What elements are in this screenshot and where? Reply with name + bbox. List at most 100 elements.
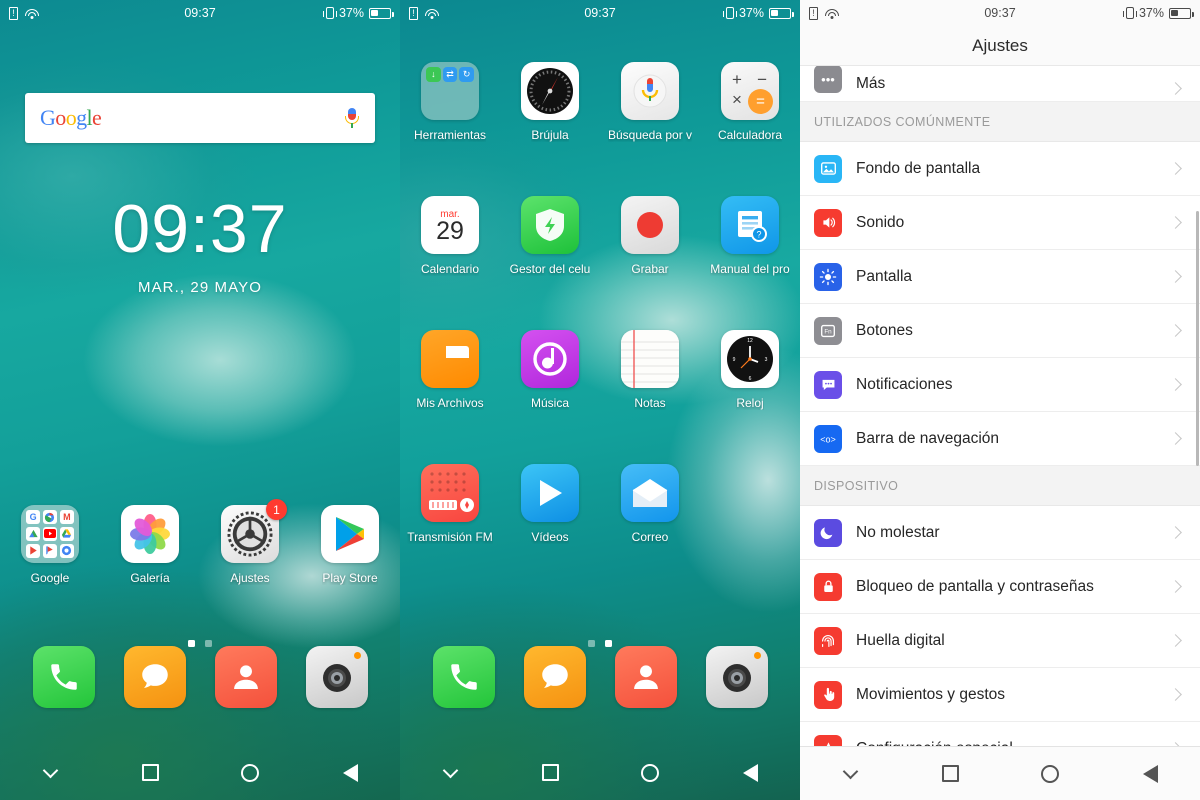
settings-row-label: Huella digital	[856, 631, 945, 649]
app-label: Herramientas	[413, 128, 487, 142]
app-icon-manual[interactable]: ? Manual del pro	[700, 196, 800, 276]
manual-icon: ?	[721, 196, 779, 254]
app-icon-calendar[interactable]: mar. 29 Calendario	[400, 196, 500, 276]
settings-row-label: Más	[856, 75, 886, 92]
app-icon-mail[interactable]: Correo	[600, 464, 700, 544]
tools-folder-icon: ↓ ⇄ ↻	[421, 62, 479, 120]
collapse-chevron-icon[interactable]	[35, 758, 65, 788]
back-triangle-icon[interactable]	[735, 758, 765, 788]
settings-row-configuracion-especial[interactable]: Configuración especial	[800, 722, 1200, 746]
app-icon-files[interactable]: Mis Archivos	[400, 330, 500, 410]
app-icon-compass[interactable]: Brújula	[500, 62, 600, 142]
settings-list[interactable]: ••• Más UTILIZADOS COMÚNMENTE Fondo de p…	[800, 66, 1200, 746]
status-bar: 09:37 37%	[800, 0, 1200, 26]
settings-row-label: Movimientos y gestos	[856, 685, 1006, 703]
app-icon-fm-radio[interactable]: Transmisión FM	[400, 464, 500, 544]
settings-row-mas[interactable]: ••• Más	[800, 66, 1200, 102]
back-triangle-icon[interactable]	[335, 758, 365, 788]
clock-time: 09:37	[112, 191, 288, 267]
chevron-right-icon	[1169, 688, 1182, 701]
home-circle-icon[interactable]	[1035, 759, 1065, 789]
app-icon-settings[interactable]: 1 Ajustes	[200, 499, 300, 585]
app-icon-notes[interactable]: Notas	[600, 330, 700, 410]
settings-row-botones[interactable]: Fn Botones	[800, 304, 1200, 358]
clock-date: MAR., 29 MAYO	[137, 279, 263, 296]
back-triangle-icon[interactable]	[1135, 759, 1165, 789]
settings-row-no-molestar[interactable]: No molestar	[800, 506, 1200, 560]
settings-row-pantalla[interactable]: Pantalla	[800, 250, 1200, 304]
home-screen-panel-2: 09:37 37% ↓ ⇄ ↻ Herramientas	[400, 0, 800, 800]
camera-icon[interactable]	[305, 646, 368, 708]
settings-row-movimientos-y-gestos[interactable]: Movimientos y gestos	[800, 668, 1200, 722]
play-store-icon	[321, 505, 379, 563]
app-icon-voice-search[interactable]: Búsqueda por v	[600, 62, 700, 142]
home-circle-icon[interactable]	[235, 758, 265, 788]
clock-widget[interactable]: 09:37 MAR., 29 MAYO	[0, 195, 400, 296]
app-icon-recorder[interactable]: Grabar	[600, 196, 700, 276]
svg-text:9: 9	[733, 357, 736, 363]
google-search-widget[interactable]: Google	[25, 93, 375, 143]
settings-section-header: UTILIZADOS COMÚNMENTE	[800, 102, 1200, 142]
vibrate-icon	[722, 7, 737, 19]
status-bar-left-icons	[409, 6, 439, 20]
navigation-bar-2	[400, 746, 800, 800]
camera-icon[interactable]	[705, 646, 768, 708]
svg-text:6: 6	[749, 376, 752, 382]
app-label: Brújula	[531, 128, 569, 142]
app-icon-gallery[interactable]: Galería	[100, 505, 200, 585]
dock-page-2	[400, 646, 800, 708]
settings-row-label: Notificaciones	[856, 375, 953, 393]
message-icon[interactable]	[523, 646, 586, 708]
settings-row-sonido[interactable]: Sonido	[800, 196, 1200, 250]
status-bar-right-icons: 37%	[722, 6, 794, 20]
collapse-chevron-icon[interactable]	[435, 758, 465, 788]
star-icon	[814, 734, 842, 746]
collapse-chevron-icon[interactable]	[835, 759, 865, 789]
moon-icon	[814, 518, 842, 547]
app-label: Vídeos	[531, 530, 569, 544]
home-circle-icon[interactable]	[635, 758, 665, 788]
phone-icon[interactable]	[32, 646, 95, 708]
contacts-icon[interactable]	[614, 646, 677, 708]
phone-icon[interactable]	[432, 646, 495, 708]
settings-row-label: Sonido	[856, 213, 905, 231]
google-logo: Google	[40, 105, 102, 130]
files-icon	[421, 330, 479, 388]
settings-row-fondo-de-pantalla[interactable]: Fondo de pantalla	[800, 142, 1200, 196]
app-label: Transmisión FM	[407, 530, 493, 544]
wifi-icon	[825, 8, 839, 19]
settings-row-notificaciones[interactable]: Notificaciones	[800, 358, 1200, 412]
recorder-icon	[621, 196, 679, 254]
svg-text:<o>: <o>	[820, 434, 836, 444]
app-icon-tools-folder[interactable]: ↓ ⇄ ↻ Herramientas	[400, 62, 500, 142]
buttons-fn-icon: Fn	[814, 316, 842, 345]
message-icon[interactable]	[123, 646, 186, 708]
wallpaper-icon	[814, 154, 842, 183]
settings-row-huella-digital[interactable]: Huella digital	[800, 614, 1200, 668]
calendar-icon: mar. 29	[421, 196, 479, 254]
battery-percent-label: 37%	[338, 6, 364, 20]
app-icon-play-store[interactable]: Play Store	[300, 505, 400, 585]
app-icon-calculator[interactable]: + − × = Calculadora	[700, 62, 800, 142]
recents-square-icon[interactable]	[535, 758, 565, 788]
microphone-icon[interactable]	[344, 106, 360, 130]
settings-row-barra-de-navegacion[interactable]: <o> Barra de navegación	[800, 412, 1200, 466]
app-label: Notas	[634, 396, 666, 410]
recents-square-icon[interactable]	[935, 759, 965, 789]
app-icon-music[interactable]: Música	[500, 330, 600, 410]
scrollbar-thumb[interactable]	[1195, 211, 1199, 466]
app-icon-videos[interactable]: Vídeos	[500, 464, 600, 544]
settings-row-label: Fondo de pantalla	[856, 159, 981, 177]
home-screen-panel-1: 09:37 37% Google 09:37 MAR., 29 MAYO GM	[0, 0, 400, 800]
svg-text:12: 12	[747, 338, 753, 344]
phone-manager-icon	[521, 196, 579, 254]
app-label: Google	[30, 571, 70, 585]
settings-row-bloqueo-de-pantalla[interactable]: Bloqueo de pantalla y contraseñas	[800, 560, 1200, 614]
app-icon-phone-manager[interactable]: Gestor del celu	[500, 196, 600, 276]
recents-square-icon[interactable]	[135, 758, 165, 788]
contacts-icon[interactable]	[214, 646, 277, 708]
voice-search-icon	[621, 62, 679, 120]
app-icon-clock[interactable]: 12 3 6 9 Reloj	[700, 330, 800, 410]
app-label: Mis Archivos	[416, 396, 484, 410]
app-icon-google-folder[interactable]: GM Google	[0, 505, 100, 585]
